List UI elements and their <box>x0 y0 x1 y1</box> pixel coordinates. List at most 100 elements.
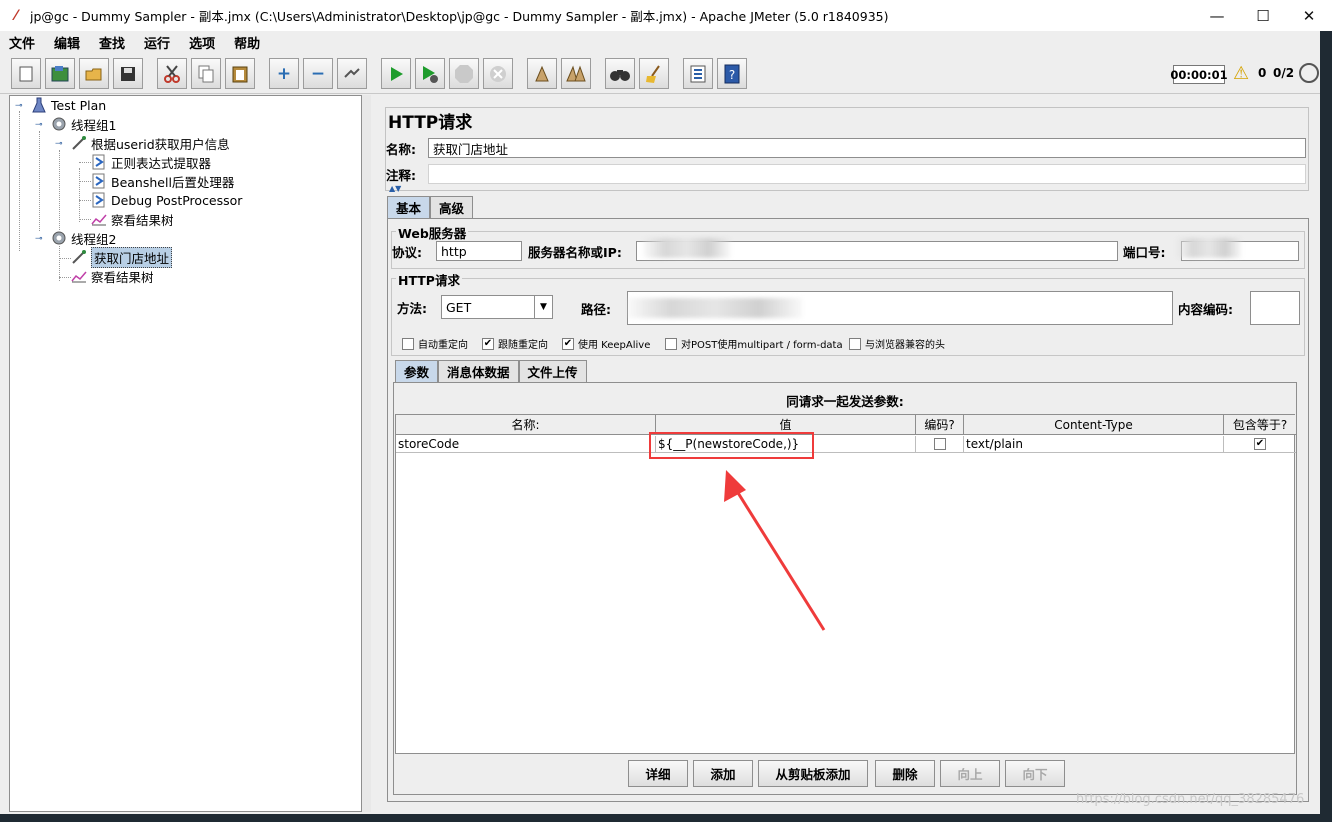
menu-run[interactable]: 运行 <box>141 33 173 52</box>
content-encoding-field[interactable] <box>1250 291 1300 325</box>
protocol-field[interactable]: http <box>436 241 522 261</box>
tab-body-data[interactable]: 消息体数据 <box>438 360 519 382</box>
tab-file-upload[interactable]: 文件上传 <box>518 360 587 382</box>
menu-search[interactable]: 查找 <box>96 33 128 52</box>
help-icon[interactable]: ? <box>717 58 747 89</box>
menu-help[interactable]: 帮助 <box>231 33 263 52</box>
tree-node-get-store-address[interactable]: 获取门店地址 <box>70 246 173 268</box>
comment-field[interactable] <box>428 164 1306 184</box>
templates-icon[interactable] <box>45 58 75 89</box>
menu-edit[interactable]: 编辑 <box>51 33 83 52</box>
tree-node-view-results-tree-1[interactable]: 察看结果树 <box>90 210 174 228</box>
search-binoculars-icon[interactable] <box>605 58 635 89</box>
checkbox-box[interactable]: ✔ <box>482 337 494 350</box>
save-icon[interactable] <box>113 58 143 89</box>
menu-options[interactable]: 选项 <box>186 33 218 52</box>
checkbox-browser-headers[interactable]: 与浏览器兼容的头 <box>849 336 945 351</box>
method-label: 方法: <box>397 300 427 316</box>
remote-status-icon[interactable] <box>1299 63 1319 83</box>
reset-search-broom-icon[interactable] <box>639 58 669 89</box>
annotation-arrow-icon <box>724 470 826 631</box>
paste-icon[interactable] <box>225 58 255 89</box>
checkbox-box[interactable] <box>933 438 946 450</box>
table-cell-name[interactable]: storeCode <box>396 436 656 453</box>
new-icon[interactable] <box>11 58 41 89</box>
toggle-icon[interactable] <box>337 58 367 89</box>
checkbox-box[interactable] <box>665 337 677 350</box>
split-pane-divider[interactable] <box>362 95 371 812</box>
tree-node-view-results-tree-2[interactable]: 察看结果树 <box>70 267 154 285</box>
checkbox-auto-redirect[interactable]: 自动重定向 <box>402 336 468 351</box>
delete-button[interactable]: 删除 <box>875 760 935 787</box>
tree-toggle-icon[interactable]: ⊸ <box>15 101 23 111</box>
warning-icon[interactable]: ⚠ <box>1233 63 1249 84</box>
chevron-down-icon[interactable]: ▼ <box>534 296 552 318</box>
tree-node-thread-group-1[interactable]: 线程组1 <box>50 115 116 133</box>
table-cell-content-type[interactable]: text/plain <box>964 436 1224 453</box>
add-from-clipboard-button[interactable]: 从剪贴板添加 <box>758 760 868 787</box>
svg-text:?: ? <box>729 68 735 82</box>
column-header-name[interactable]: 名称: <box>396 415 656 435</box>
protocol-label: 协议: <box>392 244 422 260</box>
table-cell-include-equals[interactable]: ✔ <box>1224 436 1296 453</box>
checkbox-multipart[interactable]: 对POST使用multipart / form-data <box>665 336 843 351</box>
stop-icon[interactable] <box>449 58 479 89</box>
pipette-icon <box>70 249 88 265</box>
checkbox-follow-redirect[interactable]: ✔ 跟随重定向 <box>482 336 548 351</box>
copy-icon[interactable] <box>191 58 221 89</box>
collapse-arrows-icon[interactable]: ▲▼ <box>389 184 401 193</box>
http-request-title: HTTP请求 <box>396 270 462 289</box>
tree-toggle-icon[interactable]: ⊸ <box>55 139 63 149</box>
method-select[interactable]: GET ▼ <box>441 295 553 319</box>
column-header-encode[interactable]: 编码? <box>916 415 964 435</box>
checkbox-box[interactable] <box>849 337 861 350</box>
tree-node-debug-postprocessor[interactable]: Debug PostProcessor <box>90 191 242 209</box>
tree-toggle-icon[interactable]: ⊸ <box>35 234 43 244</box>
tree-toggle-icon[interactable]: ⊸ <box>35 120 43 130</box>
post-processor-icon <box>90 173 108 189</box>
start-icon[interactable] <box>381 58 411 89</box>
open-icon[interactable] <box>79 58 109 89</box>
checkbox-box[interactable] <box>402 337 414 350</box>
tree-node-beanshell-postprocessor[interactable]: Beanshell后置处理器 <box>90 172 234 190</box>
desktop-edge-bottom <box>0 814 1332 822</box>
clear-all-icon[interactable] <box>561 58 591 89</box>
clear-icon[interactable] <box>527 58 557 89</box>
shutdown-icon[interactable] <box>483 58 513 89</box>
detail-button[interactable]: 详细 <box>628 760 688 787</box>
menu-file[interactable]: 文件 <box>6 33 38 52</box>
column-header-include-equals[interactable]: 包含等于? <box>1224 415 1296 435</box>
checkbox-box[interactable]: ✔ <box>1254 438 1266 450</box>
checkbox-box[interactable]: ✔ <box>562 337 574 350</box>
collapse-all-icon[interactable]: − <box>303 58 333 89</box>
tree-node-thread-group-2[interactable]: 线程组2 <box>50 229 116 247</box>
tree-node-label: 线程组1 <box>71 117 117 133</box>
elapsed-timer: 00:00:01 <box>1170 65 1228 84</box>
tree-node-regex-extractor[interactable]: 正则表达式提取器 <box>90 153 211 171</box>
move-down-button[interactable]: 向下 <box>1005 760 1065 787</box>
tree-node-sampler-user-info[interactable]: 根据userid获取用户信息 <box>70 134 230 152</box>
expand-all-icon[interactable]: + <box>269 58 299 89</box>
active-threads: 0/2 <box>1273 66 1295 80</box>
function-helper-icon[interactable] <box>683 58 713 89</box>
checkbox-keepalive[interactable]: ✔ 使用 KeepAlive <box>562 336 650 351</box>
table-cell-encode[interactable] <box>916 436 964 453</box>
close-button[interactable]: ✕ <box>1286 0 1332 31</box>
tab-basic[interactable]: 基本 <box>387 196 431 218</box>
tree-node-test-plan[interactable]: Test Plan <box>30 96 106 114</box>
jmeter-feather-icon: ⁄ <box>14 7 18 24</box>
gear-icon <box>50 230 68 246</box>
http-request-panel: HTTP请求 名称: 获取门店地址 注释: ▲▼ 基本 高级 Web服务器 协议… <box>371 95 1320 812</box>
name-field[interactable]: 获取门店地址 <box>428 138 1306 158</box>
move-up-button[interactable]: 向上 <box>940 760 1000 787</box>
pipette-icon <box>70 135 88 151</box>
maximize-button[interactable]: ☐ <box>1240 0 1286 31</box>
add-button[interactable]: 添加 <box>693 760 753 787</box>
start-no-pauses-icon[interactable] <box>415 58 445 89</box>
cut-icon[interactable] <box>157 58 187 89</box>
post-processor-icon <box>90 192 108 208</box>
tab-parameters[interactable]: 参数 <box>395 360 439 382</box>
column-header-content-type[interactable]: Content-Type <box>964 415 1224 435</box>
tab-advanced[interactable]: 高级 <box>430 196 474 218</box>
minimize-button[interactable]: — <box>1194 0 1240 31</box>
